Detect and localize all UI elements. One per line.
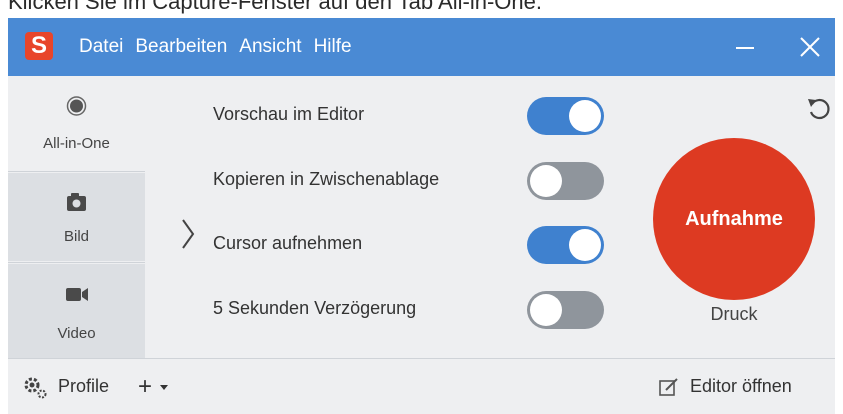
menu-bar: Datei Bearbeiten Ansicht Hilfe bbox=[79, 18, 364, 76]
tab-bild-label: Bild bbox=[63, 228, 89, 245]
capture-settings: Vorschau im Editor Kopieren in Zwischena… bbox=[213, 76, 613, 358]
toggle-capture-cursor[interactable] bbox=[527, 226, 604, 264]
tab-bild[interactable]: Bild bbox=[8, 173, 145, 261]
tab-video[interactable]: Video bbox=[8, 264, 145, 358]
toggle-copy-to-clipboard[interactable] bbox=[527, 162, 604, 200]
reset-icon[interactable] bbox=[806, 96, 832, 122]
capture-button[interactable]: Aufnahme bbox=[653, 138, 815, 300]
toggle-knob bbox=[569, 229, 601, 261]
tab-video-label: Video bbox=[57, 325, 96, 342]
tab-all-in-one-label: All-in-One bbox=[43, 135, 110, 152]
menu-item-hilfe[interactable]: Hilfe bbox=[314, 18, 352, 76]
footer-bar: Profile + Editor öffnen bbox=[8, 358, 835, 414]
setting-label-preview: Vorschau im Editor bbox=[213, 104, 365, 124]
setting-row-clipboard: Kopieren in Zwischenablage bbox=[213, 149, 613, 209]
video-camera-icon bbox=[66, 288, 88, 301]
capture-hotkey: Druck bbox=[710, 304, 758, 324]
capture-type-sidebar: All-in-One Bild Video bbox=[8, 76, 145, 358]
menu-item-bearbeiten[interactable]: Bearbeiten bbox=[135, 18, 227, 76]
instruction-caption-text: Klicken Sie im Capture-Fenster auf den T… bbox=[8, 0, 542, 14]
close-button[interactable] bbox=[785, 18, 835, 76]
setting-row-cursor: Cursor aufnehmen bbox=[213, 213, 613, 273]
capture-panel: All-in-One Bild Video Vorschau im Editor… bbox=[8, 76, 835, 358]
camera-icon bbox=[67, 193, 86, 211]
tab-divider bbox=[8, 262, 145, 263]
toggle-knob bbox=[569, 100, 601, 132]
chevron-right-icon[interactable] bbox=[178, 216, 198, 252]
tab-all-in-one[interactable]: All-in-One bbox=[8, 76, 145, 168]
menu-item-ansicht[interactable]: Ansicht bbox=[239, 18, 301, 76]
add-profile-button[interactable]: + bbox=[138, 359, 169, 414]
toggle-knob bbox=[530, 294, 562, 326]
edit-icon bbox=[659, 377, 678, 396]
chevron-down-icon bbox=[159, 384, 168, 390]
toggle-preview-in-editor[interactable] bbox=[527, 97, 604, 135]
setting-label-delay: 5 Sekunden Verzögerung bbox=[213, 298, 417, 318]
minimize-button[interactable] bbox=[718, 18, 768, 76]
close-icon bbox=[800, 37, 820, 57]
setting-row-delay: 5 Sekunden Verzögerung bbox=[213, 278, 613, 338]
open-editor-label: Editor öffnen bbox=[690, 376, 792, 396]
add-profile-label: + bbox=[138, 373, 153, 400]
capture-window: S Datei Bearbeiten Ansicht Hilfe All-in-… bbox=[8, 18, 835, 414]
setting-label-cursor: Cursor aufnehmen bbox=[213, 233, 363, 253]
gear-icon bbox=[24, 377, 47, 398]
setting-row-preview: Vorschau im Editor bbox=[213, 84, 613, 144]
profile-label: Profile bbox=[58, 376, 110, 396]
setting-label-clipboard: Kopieren in Zwischenablage bbox=[213, 169, 440, 189]
menu-item-datei[interactable]: Datei bbox=[79, 18, 123, 76]
title-bar: S Datei Bearbeiten Ansicht Hilfe bbox=[8, 18, 835, 76]
profile-button[interactable]: Profile bbox=[22, 359, 109, 414]
toggle-knob bbox=[530, 165, 562, 197]
snagit-logo-icon: S bbox=[25, 32, 53, 60]
record-icon bbox=[66, 96, 87, 116]
toggle-5-second-delay[interactable] bbox=[527, 291, 604, 329]
tab-divider bbox=[8, 171, 145, 172]
open-editor-button[interactable]: Editor öffnen bbox=[658, 359, 792, 414]
